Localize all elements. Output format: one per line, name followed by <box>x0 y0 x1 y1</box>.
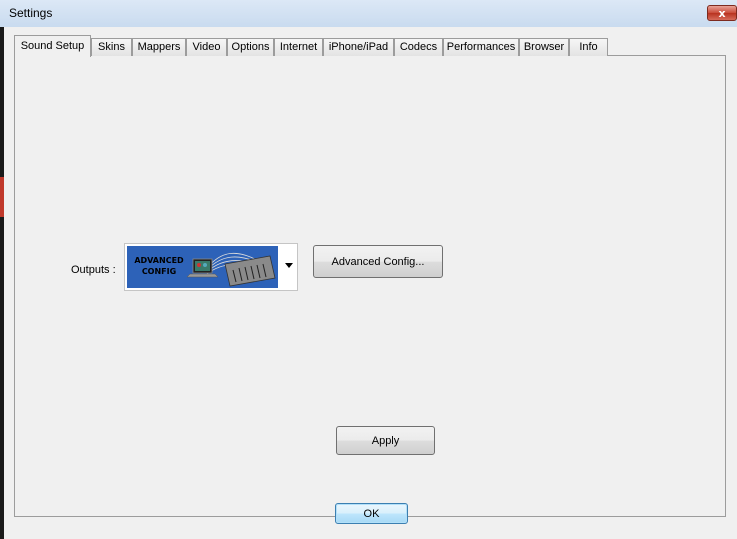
outputs-label: Outputs : <box>71 264 116 276</box>
tab-panel-sound-setup: Outputs : ADVANCED CONFIG Advanced Confi… <box>14 55 726 517</box>
tab-internet[interactable]: Internet <box>274 38 323 56</box>
tab-browser[interactable]: Browser <box>519 38 569 56</box>
outputs-dropdown[interactable]: ADVANCED CONFIG <box>124 243 298 291</box>
tab-codecs[interactable]: Codecs <box>394 38 443 56</box>
mixer-laptop-icon <box>186 252 276 287</box>
close-button[interactable]: x <box>707 5 737 21</box>
close-icon: x <box>718 6 726 20</box>
title-bar[interactable]: Settings x <box>0 0 737 27</box>
tab-mappers[interactable]: Mappers <box>132 38 186 56</box>
dialog-client: Outputs : ADVANCED CONFIG Advanced Confi… <box>0 27 737 539</box>
tab-performances[interactable]: Performances <box>443 38 519 56</box>
background-edge <box>0 27 4 177</box>
tab-sound-setup[interactable]: Sound Setup <box>14 35 91 57</box>
background-edge <box>0 217 4 539</box>
tab-video[interactable]: Video <box>186 38 227 56</box>
tab-options[interactable]: Options <box>227 38 274 56</box>
background-edge <box>0 177 4 217</box>
apply-button[interactable]: Apply <box>336 426 435 455</box>
window-title: Settings <box>9 6 53 20</box>
advanced-config-image: ADVANCED CONFIG <box>127 246 278 288</box>
settings-window: Settings x Outputs : ADVANCED CONFIG Adv… <box>0 0 737 539</box>
tab-info[interactable]: Info <box>569 38 608 56</box>
ok-button[interactable]: OK <box>335 503 408 524</box>
tab-skins[interactable]: Skins <box>91 38 132 56</box>
advanced-config-button[interactable]: Advanced Config... <box>313 245 443 278</box>
tab-iphone-ipad[interactable]: iPhone/iPad <box>323 38 394 56</box>
chevron-down-icon[interactable] <box>285 263 293 268</box>
